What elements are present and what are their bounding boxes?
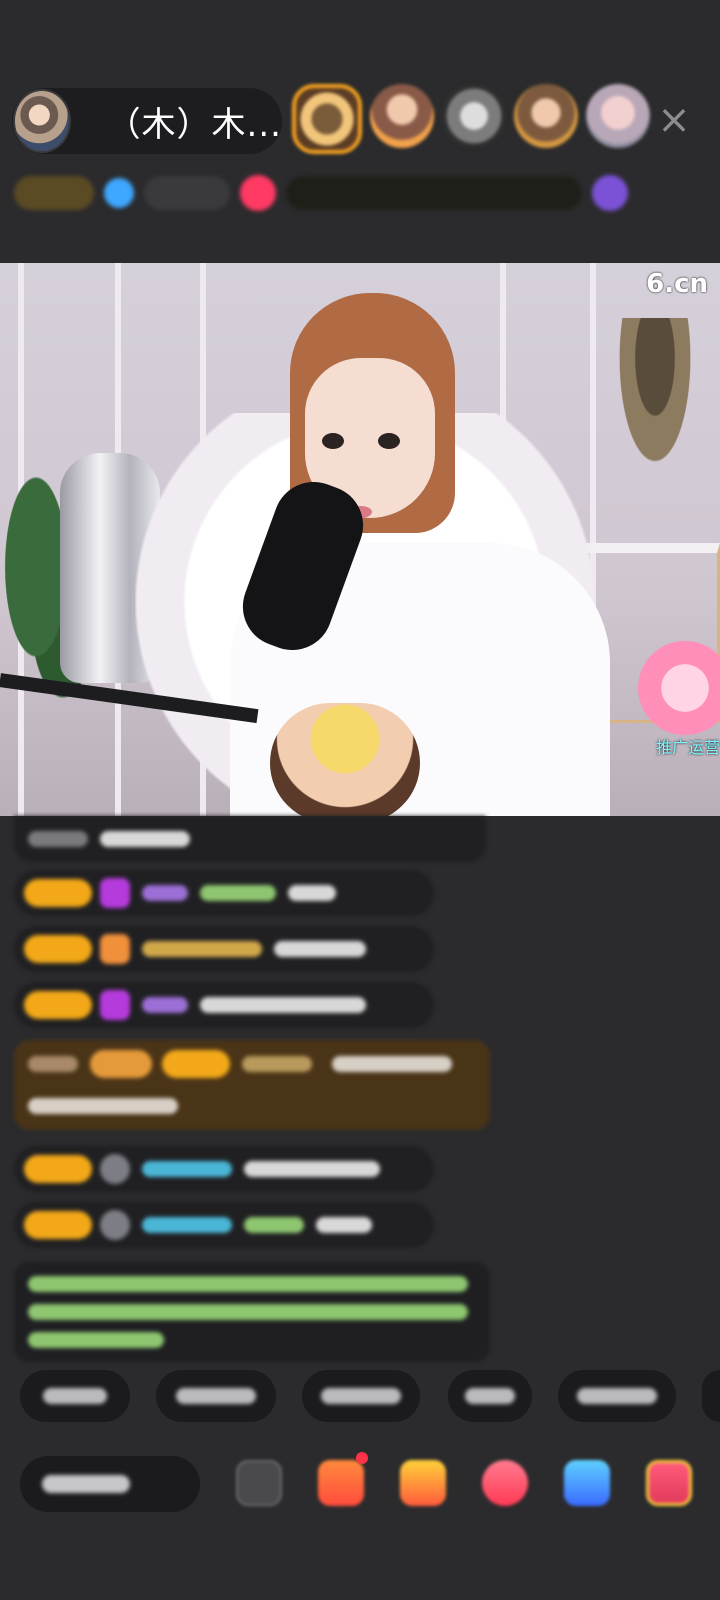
streamer-eye [322, 433, 344, 449]
level-badge [24, 1211, 92, 1239]
host-avatar[interactable] [13, 89, 71, 153]
top-viewers-list[interactable] [292, 84, 650, 156]
brand-logo: 6.cn [646, 269, 708, 299]
room-info-bar[interactable] [14, 170, 690, 216]
quick-reply-chip[interactable] [20, 1370, 130, 1422]
vip-gem-icon [100, 934, 130, 964]
live-video[interactable]: 6.cn 推广运营 [0, 263, 720, 816]
close-icon: × [657, 97, 691, 143]
task-box-icon[interactable] [400, 1460, 446, 1506]
quick-reply-chip[interactable] [558, 1370, 676, 1422]
viewer-avatar[interactable] [514, 84, 578, 148]
viewer-avatar[interactable] [442, 84, 506, 148]
chat-message[interactable] [14, 870, 434, 916]
vip-gem-icon [100, 990, 130, 1020]
follow-icon[interactable] [240, 175, 276, 211]
shirt-print-image [270, 703, 420, 816]
vip-gem-icon [100, 1154, 130, 1184]
gamepad-icon[interactable] [564, 1460, 610, 1506]
vip-gem-icon [100, 878, 130, 908]
peacock-feathers-image [600, 318, 710, 518]
level-badge [24, 879, 92, 907]
notification-dot [356, 1452, 368, 1464]
fans-icon [104, 178, 134, 208]
love-icon[interactable] [482, 1460, 528, 1506]
viewer-avatar[interactable] [292, 84, 362, 154]
host-name: （木）木... [106, 104, 282, 145]
rank-badge[interactable] [14, 176, 94, 210]
system-notice-message[interactable] [14, 1262, 490, 1362]
activity-icon[interactable] [592, 175, 628, 211]
announcement-ticker[interactable] [286, 176, 582, 210]
quick-reply-chip[interactable] [448, 1370, 532, 1422]
host-info-pill[interactable]: （木）木... [12, 88, 282, 154]
viewer-avatar[interactable] [370, 84, 434, 148]
vip-gem-icon [100, 1210, 130, 1240]
close-button[interactable]: × [654, 100, 694, 140]
streamer-eye [378, 433, 400, 449]
quick-reply-chip[interactable] [156, 1370, 276, 1422]
quick-reply-chip[interactable] [702, 1370, 720, 1422]
fans-count-chip[interactable] [144, 176, 230, 210]
level-badge [24, 1155, 92, 1183]
highlight-chat-message[interactable] [14, 1040, 490, 1130]
chat-message[interactable] [14, 982, 434, 1028]
chat-message[interactable] [14, 816, 486, 862]
viewer-avatar[interactable] [586, 84, 650, 148]
level-badge [24, 935, 92, 963]
chat-message[interactable] [14, 926, 434, 972]
promo-label[interactable]: 推广运营 [656, 734, 720, 758]
level-badge [24, 991, 92, 1019]
emoji-icon[interactable] [236, 1460, 282, 1506]
gift-icon[interactable] [646, 1460, 692, 1506]
fan-club-icon[interactable] [318, 1460, 364, 1506]
chat-message[interactable] [14, 1146, 434, 1192]
quick-reply-chip[interactable] [302, 1370, 420, 1422]
chat-input[interactable] [20, 1456, 200, 1512]
chat-message[interactable] [14, 1202, 434, 1248]
